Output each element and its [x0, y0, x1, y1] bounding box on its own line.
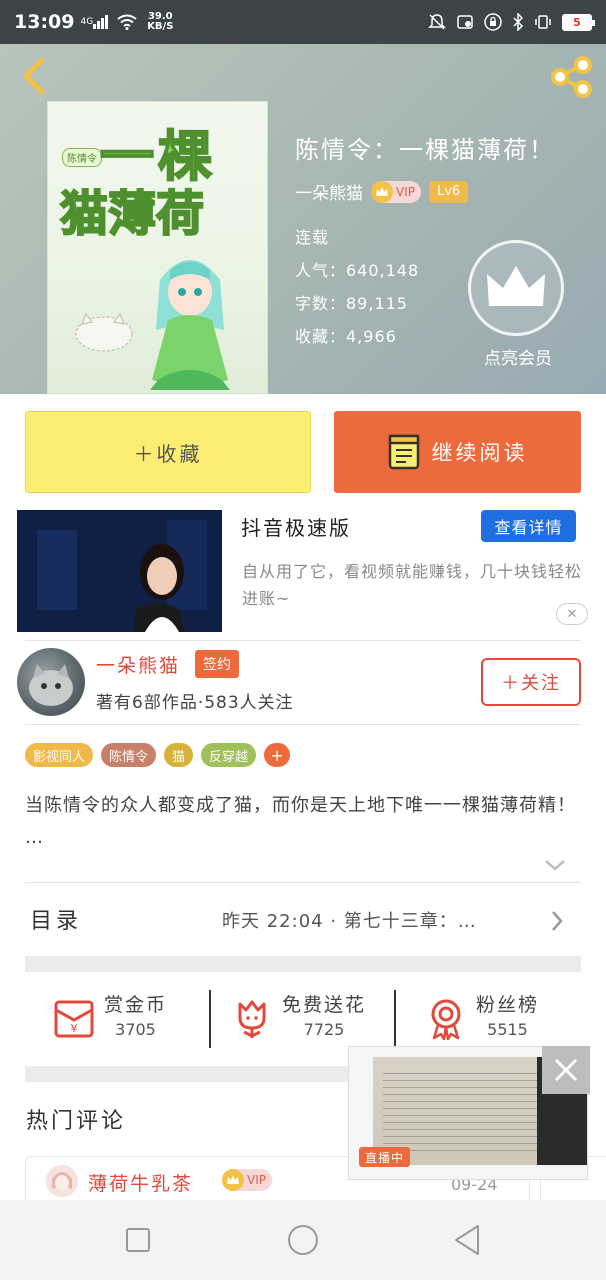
continue-reading-button[interactable]: 继续阅读	[334, 411, 581, 493]
vibrate-icon	[535, 15, 551, 29]
mute-icon	[428, 14, 446, 30]
tag-item[interactable]: 陈情令	[101, 743, 157, 767]
continue-reading-label: 继续阅读	[431, 441, 528, 465]
live-close-button[interactable]	[542, 1046, 590, 1094]
reward-coins[interactable]: ¥ 赏金币 3705	[52, 990, 167, 1048]
recent-apps-icon[interactable]	[120, 1222, 156, 1258]
commenter-avatar-image	[46, 1165, 78, 1197]
popularity: 人气：640,148	[295, 261, 420, 280]
member-label[interactable]: 点亮会员	[478, 344, 558, 369]
divider	[25, 640, 581, 641]
author-summary: 著有6部作品·583人关注	[96, 693, 294, 713]
author-name[interactable]: 一朵熊猫	[295, 179, 363, 204]
chevron-left-icon[interactable]	[18, 56, 50, 96]
book-header: 陈情令 一棵 猫薄荷 陈情令：一棵猫薄荷！ 一朵熊猫 VIP Lv6 连载 人气…	[0, 44, 606, 394]
reward-value: 7725	[303, 1020, 345, 1039]
red-envelope-icon: ¥	[54, 1000, 94, 1038]
ad-video-thumbnail[interactable]	[17, 510, 222, 632]
signal-icon	[93, 15, 109, 29]
reward-name: 免费送花	[282, 994, 367, 1016]
live-badge: 直播中	[359, 1147, 411, 1167]
crown-icon	[222, 1169, 244, 1191]
tag-item[interactable]: 猫	[164, 743, 194, 767]
presenter-image	[17, 510, 222, 632]
tag-item[interactable]: 影视同人	[25, 743, 94, 767]
follow-button[interactable]: ＋关注	[481, 658, 581, 706]
close-icon	[554, 1058, 578, 1082]
favorites-count: 收藏：4,966	[295, 327, 397, 346]
cat-illustration	[75, 312, 133, 352]
network-type: 4G	[80, 16, 94, 27]
network-speed: 39.0 KB/S	[147, 12, 173, 32]
crown-icon	[487, 266, 545, 306]
author-card-name[interactable]: 一朵熊猫	[96, 651, 180, 678]
cover-title-line2: 猫薄荷	[59, 185, 205, 243]
tag-item[interactable]: 反穿越	[201, 743, 257, 767]
book-status: 连载	[295, 228, 330, 247]
avatar[interactable]	[46, 1165, 78, 1197]
divider	[25, 882, 581, 883]
ad-description: 自从用了它，看视频就能赚钱，几十块钱轻松进账~	[242, 562, 583, 608]
vip-label: VIP	[396, 184, 415, 199]
reward-name: 粉丝榜	[476, 994, 540, 1016]
system-nav-bar	[0, 1200, 606, 1280]
reward-fans-rank[interactable]: 粉丝榜 5515	[424, 990, 539, 1048]
word-count: 字数：89,115	[295, 294, 408, 313]
vip-label: VIP	[247, 1173, 266, 1187]
speed-unit: KB/S	[147, 21, 174, 32]
reward-flowers[interactable]: 免费送花 7725	[230, 990, 366, 1048]
battery-level: 5	[573, 15, 581, 29]
author-line: 一朵熊猫 VIP Lv6	[295, 179, 469, 204]
hot-comments-title: 热门评论	[26, 1109, 127, 1134]
crown-icon	[371, 180, 393, 203]
vip-badge: VIP	[371, 180, 421, 203]
ad-close-button[interactable]: ✕	[556, 603, 588, 625]
character-illustration	[150, 260, 230, 390]
book-synopsis[interactable]: 当陈情令的众人都变成了猫，而你是天上地下唯一一棵猫薄荷精！ …	[25, 790, 581, 854]
latest-chapter[interactable]: 昨天 22:04 · 第七十三章：…	[222, 907, 477, 933]
tag-list: 影视同人 陈情令 猫 反穿越 +	[25, 743, 291, 767]
commenter-name[interactable]: 薄荷牛乳茶	[88, 1169, 193, 1196]
ad-view-details-button[interactable]: 查看详情	[481, 510, 576, 542]
status-time: 13:09	[14, 11, 75, 33]
divider	[25, 724, 581, 725]
reward-value: 3705	[115, 1020, 156, 1039]
flower-icon	[238, 1000, 266, 1038]
share-icon[interactable]	[548, 56, 594, 98]
chevron-right-icon[interactable]	[550, 910, 564, 932]
member-button[interactable]	[468, 240, 564, 336]
book-cover[interactable]: 陈情令 一棵 猫薄荷	[47, 101, 268, 394]
add-favorite-button[interactable]: ＋收藏	[25, 411, 311, 493]
cover-badge: 陈情令	[62, 148, 102, 167]
vip-badge: VIP	[222, 1169, 272, 1191]
book-title: 陈情令：一棵猫薄荷！	[295, 136, 555, 164]
reward-name: 赏金币	[104, 994, 168, 1016]
book-icon	[388, 434, 419, 470]
reward-value: 5515	[487, 1020, 528, 1039]
status-bar: 13:09 4G 39.0 KB/S 5	[0, 0, 606, 44]
medal-icon	[431, 999, 461, 1040]
svg-text:¥: ¥	[71, 1022, 78, 1035]
ad-title[interactable]: 抖音极速版	[241, 512, 351, 541]
divider	[394, 990, 396, 1048]
lock-icon	[484, 13, 502, 31]
toc-label[interactable]: 目录	[30, 903, 82, 935]
sim-icon	[457, 15, 473, 29]
divider	[209, 990, 211, 1048]
section-separator	[25, 956, 581, 972]
back-icon[interactable]	[450, 1222, 486, 1258]
home-icon[interactable]	[285, 1222, 321, 1258]
cat-avatar-image	[29, 664, 73, 706]
wifi-icon	[117, 14, 137, 30]
signed-badge: 签约	[195, 650, 239, 678]
bluetooth-icon	[513, 13, 524, 31]
battery-indicator: 5	[562, 13, 595, 31]
document-image	[383, 1067, 543, 1155]
more-tags-button[interactable]: +	[264, 743, 291, 767]
level-badge: Lv6	[428, 180, 469, 203]
avatar[interactable]	[17, 648, 85, 716]
chevron-down-icon[interactable]	[544, 858, 566, 872]
